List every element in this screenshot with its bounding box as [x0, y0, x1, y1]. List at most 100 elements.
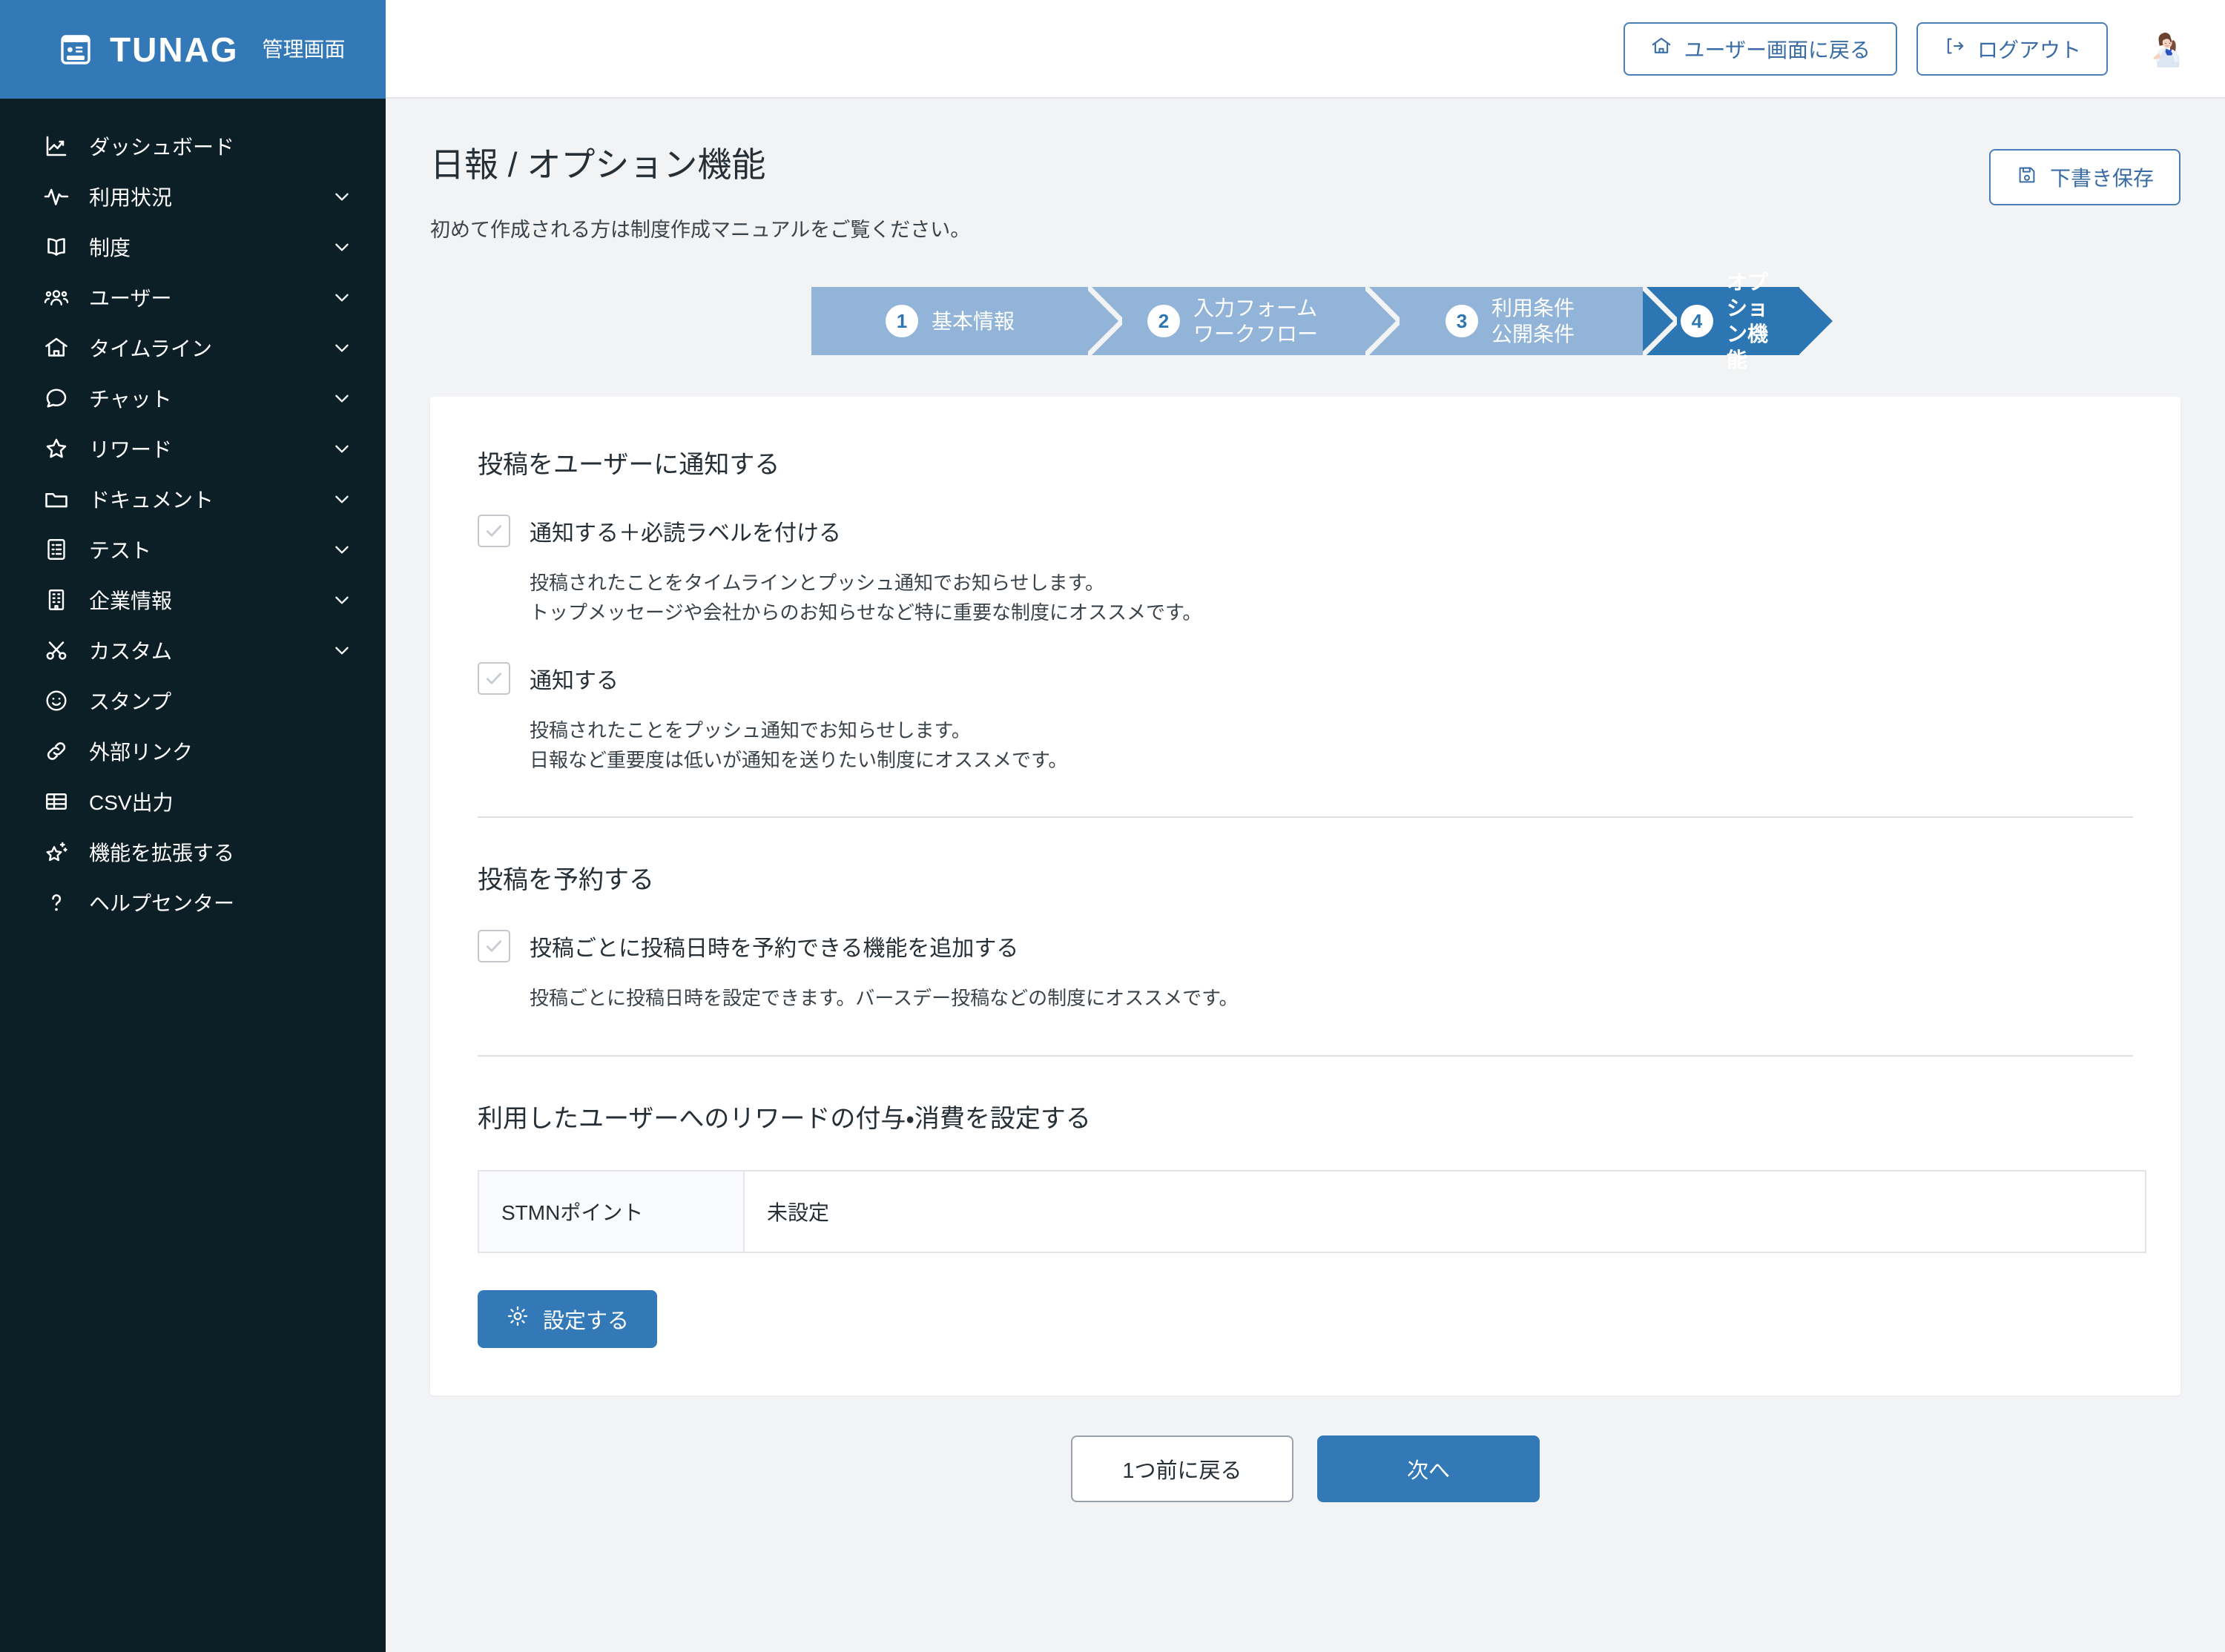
step-number: 3 [1445, 305, 1478, 338]
link-icon [42, 736, 71, 766]
sidebar-item-label: 機能を拡張する [89, 842, 235, 865]
draft-save-button[interactable]: 下書き保存 [1988, 149, 2180, 205]
sidebar-item-users[interactable]: ユーザー [0, 272, 386, 323]
gear-icon [506, 1304, 530, 1334]
schedule-checkbox[interactable] [478, 930, 510, 963]
notify-option-plain: 通知する 投稿されたことをプッシュ通知でお知らせします。 日報など重要度は低いが… [478, 661, 2133, 776]
notify-plain-label: 通知する [530, 668, 619, 693]
next-button[interactable]: 次へ [1317, 1435, 1540, 1502]
sidebar-item-label: 利用状況 [89, 186, 173, 209]
scissors-icon [42, 635, 71, 665]
logout-label: ログアウト [1977, 38, 2081, 62]
page-header-text: 日報 / オプション機能 初めて作成される方は制度作成マニュアルをご覧ください。 [430, 145, 970, 242]
page-note: 初めて作成される方は制度作成マニュアルをご覧ください。 [430, 219, 971, 242]
back-button[interactable]: 1つ前に戻る [1071, 1435, 1293, 1502]
chat-bubble-icon [42, 383, 71, 413]
question-icon [42, 888, 71, 917]
page-header: 日報 / オプション機能 初めて作成される方は制度作成マニュアルをご覧ください。… [430, 99, 2180, 242]
step-label: オプション機能 [1727, 271, 1769, 372]
chevron-down-icon[interactable] [332, 489, 352, 509]
chevron-down-icon[interactable] [332, 237, 352, 257]
sidebar-item-label: チャット [89, 388, 172, 411]
top-bar: ユーザー画面に戻る ログアウト [386, 0, 2225, 99]
configure-reward-label: 設定する [543, 1309, 630, 1333]
sidebar-item-stamp[interactable]: スタンプ [0, 675, 386, 726]
chevron-down-icon[interactable] [332, 187, 352, 206]
sidebar-item-custom[interactable]: カスタム [0, 625, 386, 675]
notify-plain-checkbox[interactable] [478, 661, 510, 695]
sidebar-item-chat[interactable]: チャット [0, 373, 386, 423]
sidebar-item-label: 制度 [89, 237, 131, 260]
step-number: 1 [885, 305, 918, 338]
notify-required-description: 投稿されたことをタイムラインとプッシュ通知でお知らせします。 トップメッセージや… [530, 572, 1202, 624]
reward-row-value: 未設定 [743, 1169, 2146, 1253]
chevron-down-icon[interactable] [332, 540, 352, 559]
schedule-label: 投稿ごとに投稿日時を予約できる機能を追加する [530, 936, 1019, 962]
sidebar-item-system[interactable]: 制度 [0, 222, 386, 272]
table-row: STMNポイント 未設定 [478, 1169, 2146, 1253]
section-divider [478, 816, 2133, 819]
brand-header[interactable]: TUNAG 管理画面 [0, 0, 386, 99]
step-number: 2 [1147, 305, 1180, 338]
user-avatar[interactable] [2140, 21, 2195, 76]
sidebar-item-timeline[interactable]: タイムライン [0, 323, 386, 373]
folder-icon [42, 484, 71, 514]
sidebar-item-label: タイムライン [89, 337, 213, 360]
notify-section-title: 投稿をユーザーに通知する [478, 451, 780, 480]
sidebar-item-label: ユーザー [89, 287, 172, 310]
step-label: 利用条件 公開条件 [1491, 297, 1575, 346]
logout-icon [1943, 35, 1965, 62]
notify-required-label: 通知する＋必読ラベルを付ける [530, 521, 841, 546]
sidebar-item-label: ダッシュボード [89, 136, 235, 159]
clipboard-icon [42, 535, 71, 564]
draft-save-label: 下書き保存 [2049, 167, 2154, 190]
wizard-footer-nav: 1つ前に戻る 次へ [430, 1435, 2180, 1532]
sidebar-item-label: 企業情報 [89, 589, 173, 612]
options-card: 投稿をユーザーに通知する 通知する＋必読ラベルを付ける 投稿されたことをタイムラ… [430, 397, 2180, 1395]
sidebar: TUNAG 管理画面 ダッシュボード 利用状況 制度 ユーザー タイムライン チ… [0, 0, 386, 1652]
chevron-down-icon[interactable] [332, 389, 352, 408]
step-1-basic-info[interactable]: 1 基本情報 [811, 285, 1126, 357]
chevron-down-icon[interactable] [332, 590, 352, 609]
step-3-usage-publish-conditions[interactable]: 3 利用条件 公開条件 [1366, 285, 1681, 357]
sidebar-item-label: CSV出力 [89, 791, 174, 814]
sidebar-item-external-link[interactable]: 外部リンク [0, 726, 386, 776]
logout-button[interactable]: ログアウト [1916, 22, 2108, 76]
section-divider [478, 1054, 2133, 1057]
step-label: 基本情報 [931, 309, 1015, 333]
sidebar-item-company[interactable]: 企業情報 [0, 575, 386, 625]
page-title: 日報 / オプション機能 [430, 145, 766, 184]
building-icon [42, 585, 71, 615]
chevron-down-icon[interactable] [332, 338, 352, 357]
configure-reward-button[interactable]: 設定する [478, 1289, 658, 1348]
sidebar-item-document[interactable]: ドキュメント [0, 474, 386, 524]
sidebar-item-test[interactable]: テスト [0, 524, 386, 575]
brand-subtitle: 管理画面 [262, 37, 346, 61]
sidebar-item-label: 外部リンク [89, 741, 194, 764]
sidebar-item-usage[interactable]: 利用状況 [0, 171, 386, 222]
back-to-user-screen-label: ユーザー画面に戻る [1684, 38, 1870, 62]
step-2-input-form-workflow[interactable]: 2 入力フォーム ワークフロー [1089, 285, 1403, 357]
step-arrow-icon [1086, 285, 1126, 357]
sidebar-item-dashboard[interactable]: ダッシュボード [0, 121, 386, 171]
home-icon [42, 333, 71, 363]
step-arrow-icon [1363, 285, 1403, 357]
sidebar-item-label: カスタム [89, 640, 173, 663]
users-icon [42, 283, 71, 312]
notify-required-checkbox[interactable] [478, 515, 510, 548]
back-to-user-screen-button[interactable]: ユーザー画面に戻る [1623, 22, 1897, 76]
home-icon [1650, 35, 1672, 62]
chevron-down-icon[interactable] [332, 439, 352, 458]
sidebar-item-label: ヘルプセンター [89, 892, 235, 915]
sidebar-item-extend-features[interactable]: 機能を拡張する [0, 827, 386, 877]
sidebar-item-label: スタンプ [89, 690, 172, 713]
sidebar-item-help-center[interactable]: ヘルプセンター [0, 877, 386, 928]
chevron-down-icon[interactable] [332, 288, 352, 307]
reward-section-title: 利用したユーザーへのリワードの付与・消費を設定する [478, 1104, 1091, 1133]
star-icon [42, 434, 71, 463]
sidebar-item-csv-export[interactable]: CSV出力 [0, 776, 386, 827]
chevron-down-icon[interactable] [332, 641, 352, 660]
sidebar-item-reward[interactable]: リワード [0, 423, 386, 474]
notify-option-required-label: 通知する＋必読ラベルを付ける 投稿されたことをタイムラインとプッシュ通知でお知ら… [478, 515, 2133, 628]
pulse-icon [42, 182, 71, 211]
